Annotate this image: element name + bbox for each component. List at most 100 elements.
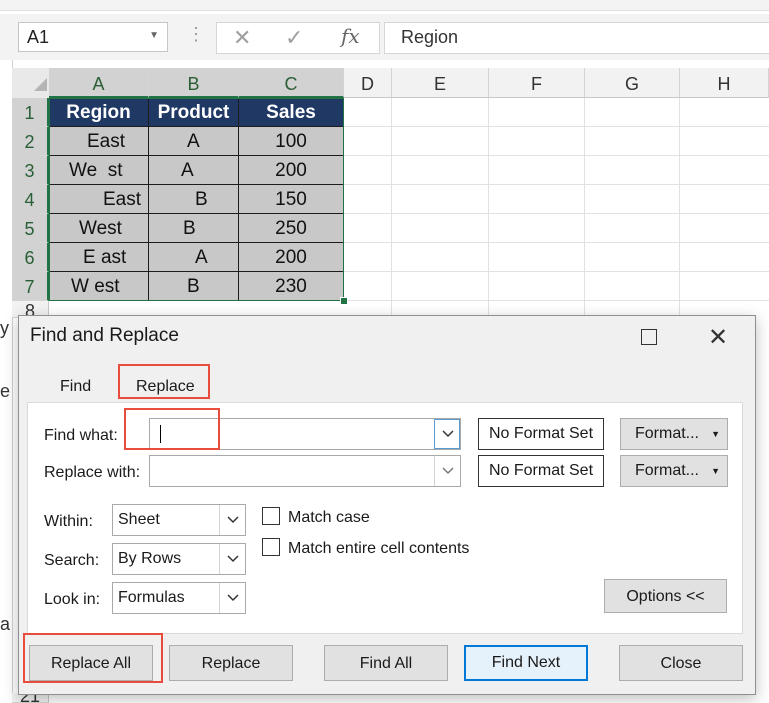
gridline	[488, 98, 489, 318]
tab-find[interactable]: Find	[60, 378, 91, 396]
table-cell[interactable]: 250	[239, 214, 344, 243]
close-button[interactable]: Close	[619, 645, 743, 681]
table-cell[interactable]: 150	[239, 185, 344, 214]
find-format-preview: No Format Set	[478, 418, 604, 450]
check-icon[interactable]: ✓	[285, 25, 303, 51]
function-icon[interactable]: fx	[341, 24, 360, 48]
replace-format-button[interactable]: Format... ▼	[620, 455, 728, 487]
chevron-down-icon	[442, 467, 454, 475]
drag-dots-icon[interactable]: ⋮	[187, 24, 205, 45]
column-header-b[interactable]: B	[149, 68, 239, 98]
chevron-down-icon	[227, 516, 239, 524]
replace-with-input[interactable]	[149, 455, 461, 487]
search-select[interactable]: By Rows	[112, 543, 246, 575]
look-in-select[interactable]: Formulas	[112, 582, 246, 614]
match-case-checkbox[interactable]	[262, 507, 280, 525]
formula-buttons: ✕ ✓ fx	[216, 22, 380, 54]
table-cell[interactable]: 230	[239, 272, 344, 301]
find-what-dropdown[interactable]	[434, 419, 460, 449]
close-icon[interactable]: ✕	[708, 323, 728, 352]
chevron-down-icon	[227, 594, 239, 602]
table-cell[interactable]: 200	[239, 243, 344, 272]
row-header-1[interactable]: 1	[12, 98, 49, 127]
search-label: Search:	[44, 552, 100, 569]
table-cell[interactable]: E ast	[49, 243, 149, 272]
corner-triangle-icon	[34, 78, 47, 91]
replace-all-button[interactable]: Replace All	[29, 645, 153, 681]
table-cell[interactable]: 100	[239, 127, 344, 156]
column-header-g[interactable]: G	[585, 68, 680, 98]
replace-with-label: Replace with:	[44, 464, 141, 481]
dialog-title: Find and Replace	[30, 325, 179, 346]
maximize-icon[interactable]	[641, 329, 657, 345]
chevron-down-icon	[227, 555, 239, 563]
format-button-label: Format...	[634, 425, 699, 442]
within-dropdown[interactable]	[219, 505, 245, 535]
table-cell[interactable]: East	[49, 127, 149, 156]
table-header-sales[interactable]: Sales	[239, 98, 344, 127]
select-all-corner[interactable]	[12, 68, 50, 99]
format-button-label: Format...	[634, 462, 699, 479]
text-cursor	[160, 425, 161, 443]
column-header-e[interactable]: E	[392, 68, 489, 98]
formula-input[interactable]: Region	[384, 22, 769, 54]
table-cell[interactable]: West	[49, 214, 149, 243]
table-cell[interactable]: B	[149, 214, 239, 243]
find-replace-dialog: Find and Replace ✕ Find Replace Find wha…	[18, 315, 756, 695]
table-cell[interactable]: A	[149, 156, 239, 185]
fill-handle[interactable]	[340, 297, 348, 305]
match-entire-checkbox[interactable]	[262, 538, 280, 556]
find-next-button[interactable]: Find Next	[464, 645, 588, 681]
table-cell[interactable]: B	[149, 185, 239, 214]
table-cell[interactable]: W est	[49, 272, 149, 301]
side-fragment: y	[0, 318, 9, 338]
table-header-region[interactable]: Region	[49, 98, 149, 127]
find-all-button[interactable]: Find All	[324, 645, 448, 681]
column-header-d[interactable]: D	[344, 68, 392, 98]
row-header-7[interactable]: 7	[12, 272, 49, 301]
tab-replace[interactable]: Replace	[136, 378, 195, 396]
dropdown-arrow-icon: ▼	[711, 429, 720, 439]
row-header-5[interactable]: 5	[12, 214, 49, 243]
name-box-value: A1	[27, 27, 50, 47]
replace-with-dropdown[interactable]	[434, 456, 460, 486]
column-header-a[interactable]: A	[49, 68, 149, 98]
gridline	[679, 98, 680, 318]
match-case-label[interactable]: Match case	[288, 509, 370, 527]
table-cell[interactable]: East	[49, 185, 149, 214]
top-strip	[0, 0, 769, 11]
look-in-dropdown[interactable]	[219, 583, 245, 613]
row-header-3[interactable]: 3	[12, 156, 49, 185]
within-select[interactable]: Sheet	[112, 504, 246, 536]
formula-text: Region	[401, 27, 459, 47]
table-cell[interactable]: We st	[49, 156, 149, 185]
replace-format-preview: No Format Set	[478, 455, 604, 487]
chevron-down-icon	[442, 430, 454, 438]
row-header-6[interactable]: 6	[12, 243, 49, 272]
name-box[interactable]: A1 ▼	[18, 22, 168, 52]
find-format-button[interactable]: Format... ▼	[620, 418, 728, 450]
row-header-2[interactable]: 2	[12, 127, 49, 156]
cancel-icon[interactable]: ✕	[233, 25, 251, 51]
dropdown-arrow-icon: ▼	[711, 466, 720, 476]
find-what-label: Find what:	[44, 427, 118, 444]
table-cell[interactable]: 200	[239, 156, 344, 185]
within-label: Within:	[44, 513, 93, 530]
column-header-c[interactable]: C	[239, 68, 344, 98]
table-cell[interactable]: A	[149, 243, 239, 272]
table-cell[interactable]: A	[149, 127, 239, 156]
match-entire-label[interactable]: Match entire cell contents	[288, 540, 469, 558]
chevron-down-icon[interactable]: ▼	[149, 30, 159, 41]
table-header-product[interactable]: Product	[149, 98, 239, 127]
gridline	[584, 98, 585, 318]
table-cell[interactable]: B	[149, 272, 239, 301]
column-header-h[interactable]: H	[680, 68, 769, 98]
look-in-value: Formulas	[118, 589, 185, 606]
replace-button[interactable]: Replace	[169, 645, 293, 681]
column-header-f[interactable]: F	[489, 68, 585, 98]
search-dropdown[interactable]	[219, 544, 245, 574]
find-what-input[interactable]	[149, 418, 461, 450]
options-button[interactable]: Options <<	[604, 579, 727, 613]
row-header-4[interactable]: 4	[12, 185, 49, 214]
search-value: By Rows	[118, 550, 182, 567]
